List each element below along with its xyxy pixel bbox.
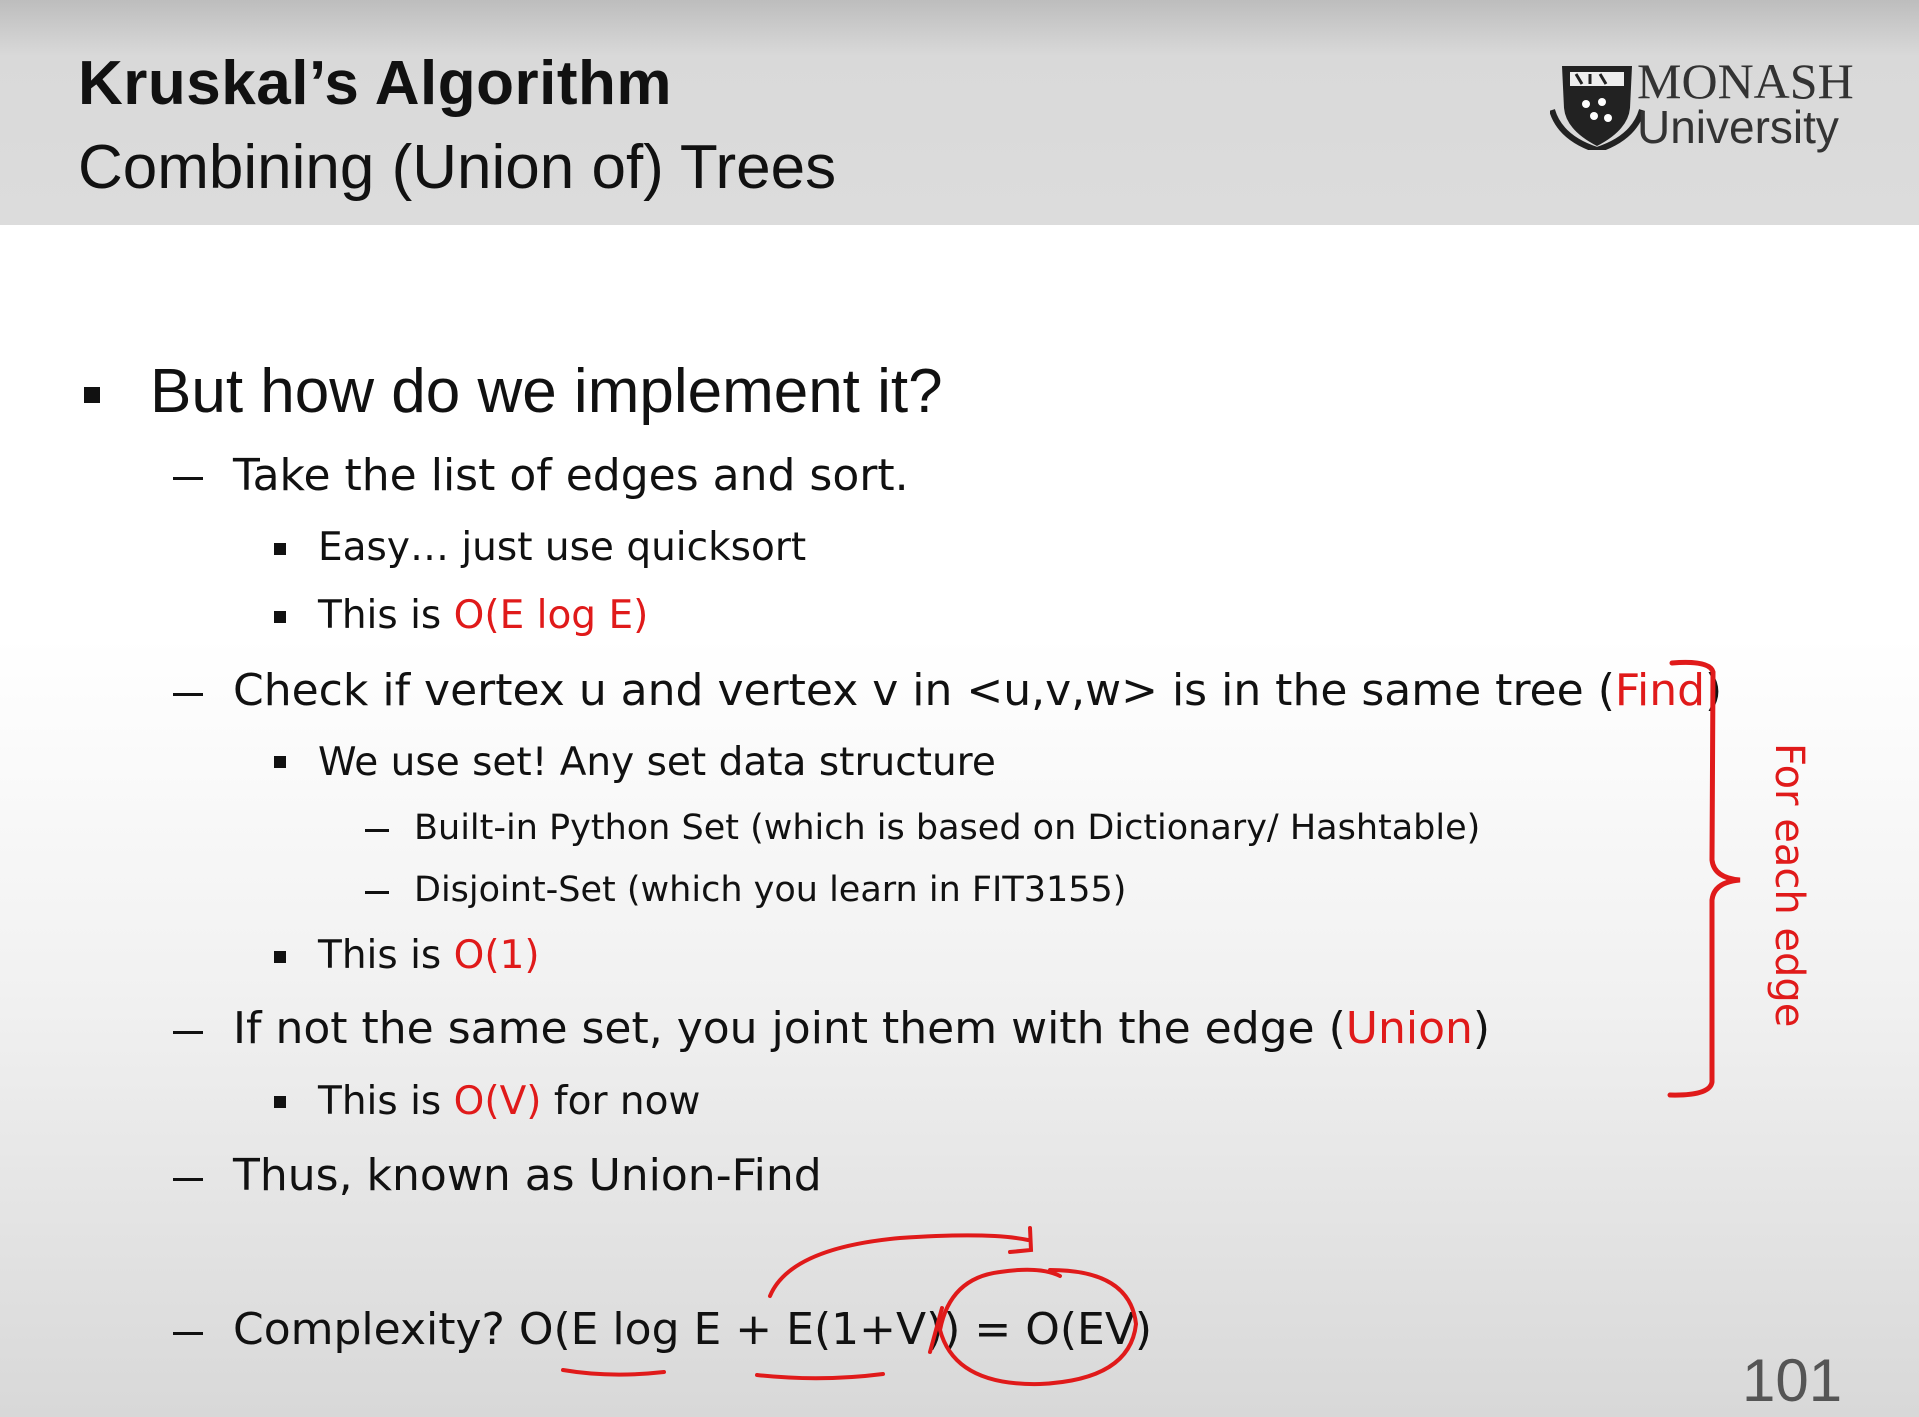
arrow-arc [768, 1233, 1030, 1298]
page-number: 101 [1742, 1347, 1843, 1414]
result-circle [937, 1267, 1139, 1387]
underline-elog [561, 1368, 666, 1377]
for-each-edge-label: For each edge [1766, 743, 1812, 1028]
ink-annotations [561, 659, 1741, 1387]
red-brace [1667, 659, 1741, 1098]
underline-e1v [755, 1372, 885, 1381]
